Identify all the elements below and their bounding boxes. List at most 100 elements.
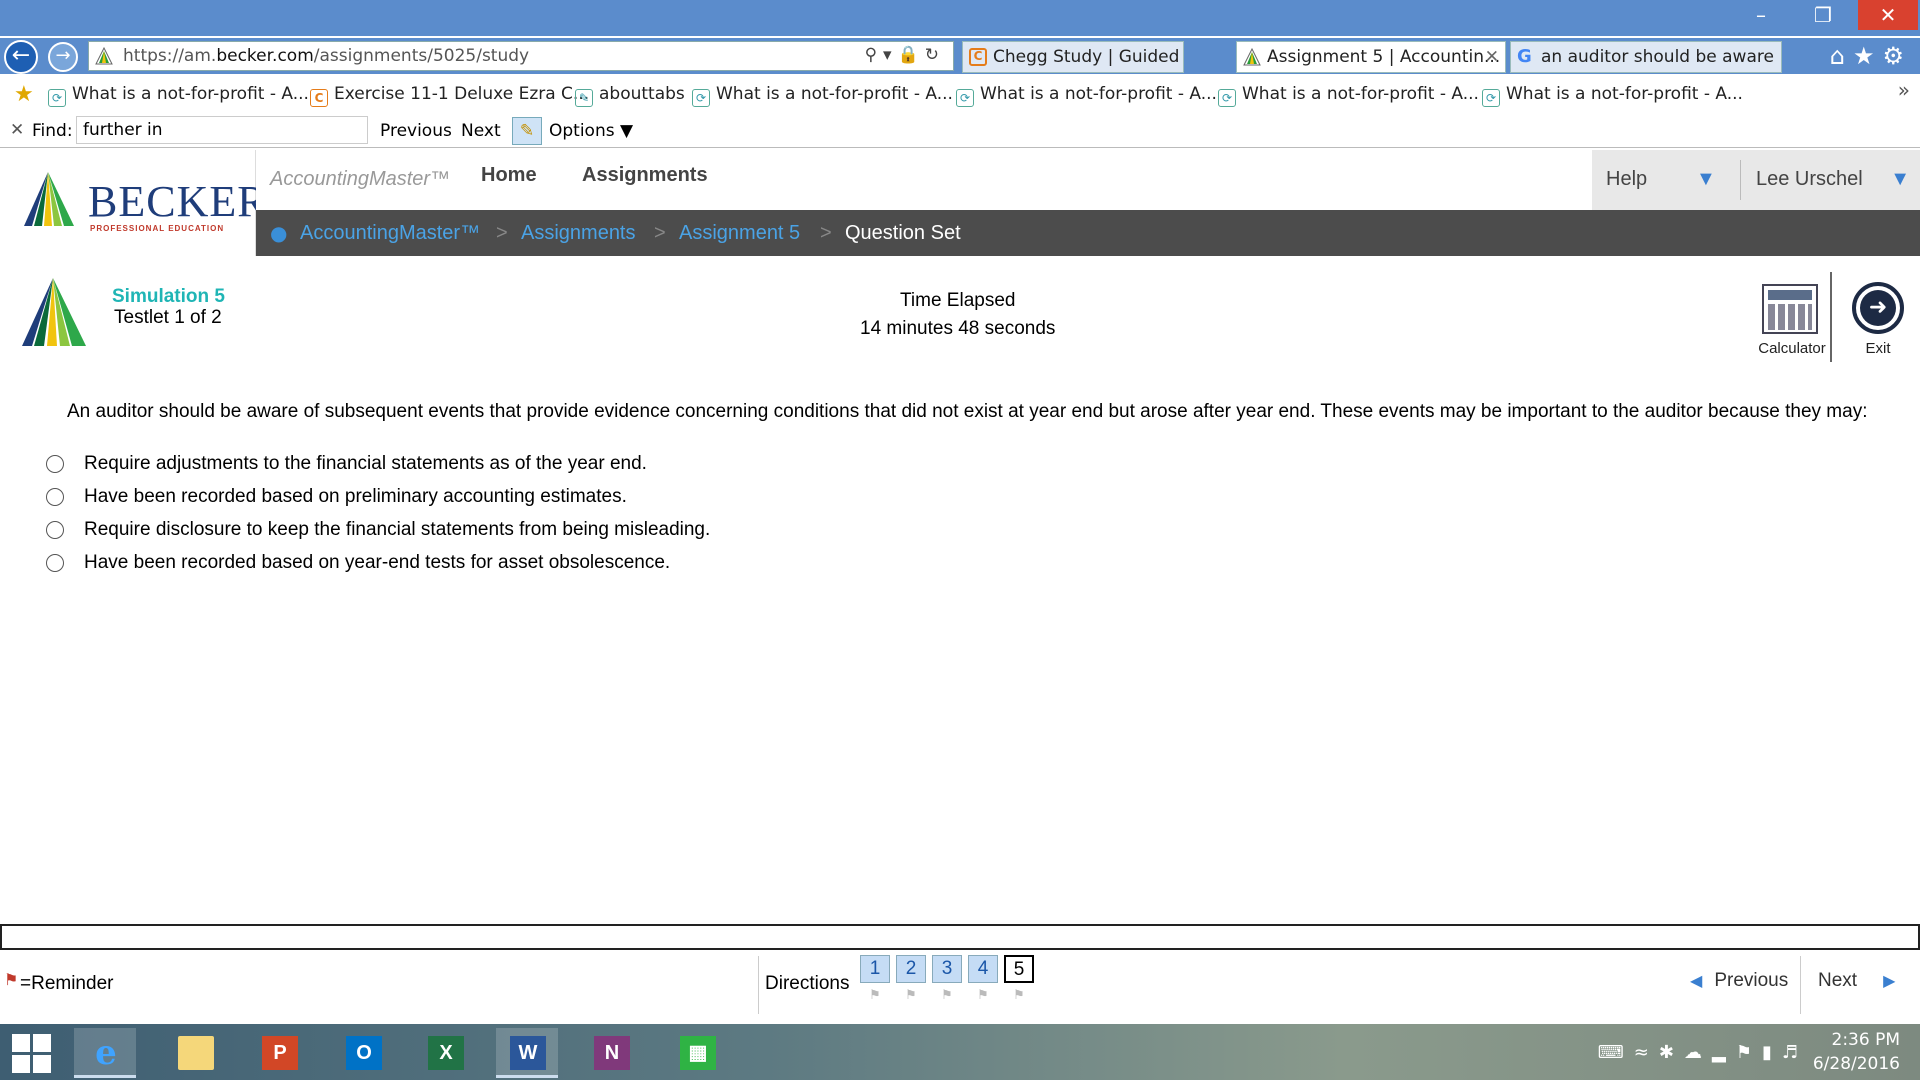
help-menu[interactable]: Help — [1606, 168, 1647, 191]
find-input[interactable] — [76, 116, 368, 144]
answer-option-label[interactable]: Require adjustments to the financial sta… — [84, 453, 647, 475]
refresh-page-icon: ⟳ — [48, 89, 66, 107]
breadcrumb-current: Question Set — [845, 222, 961, 244]
chevron-down-icon[interactable]: ▼ — [1890, 168, 1910, 191]
flag-icon[interactable]: ⚑ — [896, 988, 926, 1003]
answer-option-label[interactable]: Have been recorded based on year-end tes… — [84, 552, 670, 574]
radio-button[interactable] — [46, 521, 64, 539]
breadcrumb-separator: > — [820, 222, 832, 244]
becker-logo[interactable]: BECKER PROFESSIONAL EDUCATION — [0, 150, 267, 256]
answer-option-label[interactable]: Require disclosure to keep the financial… — [84, 519, 710, 541]
find-options-button[interactable]: Options ▼ — [549, 121, 633, 141]
nav-home-link[interactable]: Home — [481, 164, 537, 187]
divider — [1800, 956, 1801, 1014]
question-3-button[interactable]: 3 — [932, 955, 962, 983]
address-actions[interactable]: ⚲▾🔒↻ — [865, 45, 945, 65]
favorite-item[interactable]: ⟳ What is a not-for-profit - A... — [48, 84, 309, 107]
excel-icon[interactable]: X — [414, 1028, 476, 1078]
close-window-icon[interactable]: ✕ — [1858, 0, 1918, 30]
nav-assignments-link[interactable]: Assignments — [582, 164, 708, 187]
lock-icon: 🔒 — [897, 45, 925, 65]
window-titlebar: – ❐ ✕ — [0, 0, 1920, 36]
horizontal-scroll-area[interactable] — [0, 924, 1920, 950]
top-navigation: AccountingMaster™ Home Assignments Help … — [256, 150, 1920, 210]
onenote-icon[interactable]: N — [580, 1028, 642, 1078]
breadcrumb-accountingmaster[interactable]: AccountingMaster™ — [300, 222, 480, 245]
powerpoint-icon[interactable]: P — [248, 1028, 310, 1078]
highlight-icon[interactable]: ✎ — [512, 117, 542, 145]
favorites-star-icon[interactable]: ★ — [14, 82, 34, 107]
tab-assignment[interactable]: Assignment 5 | Accountin... ✕ — [1236, 41, 1506, 73]
question-4-button[interactable]: 4 — [968, 955, 998, 983]
reminder-legend: =Reminder — [20, 973, 114, 994]
favorite-item[interactable]: ⟳ What is a not-for-profit - A... — [692, 84, 953, 107]
favorite-item[interactable]: ⟳ What is a not-for-profit - A... — [956, 84, 1217, 107]
flag-icon[interactable]: ⚑ — [860, 988, 890, 1003]
address-bar[interactable]: https://am.becker.com/assignments/5025/s… — [88, 41, 954, 71]
refresh-page-icon: ⟳ — [1482, 89, 1500, 107]
calculator-icon — [1762, 284, 1818, 334]
find-next-button[interactable]: Next — [461, 121, 501, 141]
chevron-down-icon[interactable]: ▼ — [1696, 168, 1716, 191]
reminder-flag-icon: ⚑ — [4, 970, 19, 989]
exit-label: Exit — [1865, 340, 1891, 357]
back-button[interactable]: ← — [4, 40, 38, 74]
navigation-row: ← → https://am.becker.com/assignments/50… — [0, 38, 1920, 74]
question-2-button[interactable]: 2 — [896, 955, 926, 983]
radio-button[interactable] — [46, 455, 64, 473]
find-previous-button[interactable]: Previous — [380, 121, 452, 141]
flag-icon[interactable]: ⚑ — [932, 988, 962, 1003]
store-icon[interactable]: ▦ — [666, 1028, 728, 1078]
breadcrumb-assignments[interactable]: Assignments — [521, 222, 636, 245]
onedrive-icon: ☁ — [1683, 1042, 1712, 1063]
file-explorer-icon[interactable] — [164, 1028, 226, 1078]
directions-button[interactable]: Directions — [765, 973, 849, 995]
question-1-button[interactable]: 1 — [860, 955, 890, 983]
radio-button[interactable] — [46, 488, 64, 506]
restore-icon[interactable]: ❐ — [1800, 0, 1846, 30]
exit-button[interactable]: ➜ Exit — [1850, 280, 1906, 364]
breadcrumb-separator: > — [496, 222, 508, 244]
favorite-item[interactable]: C Exercise 11-1 Deluxe Ezra C... — [310, 84, 589, 107]
clock-time[interactable]: 2:36 PM — [1832, 1030, 1901, 1050]
google-icon: G — [1517, 46, 1532, 67]
divider — [1830, 272, 1832, 362]
chevron-left-icon: ◀ — [1690, 971, 1703, 990]
word-icon[interactable]: W — [496, 1028, 558, 1078]
close-tab-icon[interactable]: ✕ — [1485, 42, 1499, 72]
clock-date[interactable]: 6/28/2016 — [1813, 1054, 1900, 1074]
breadcrumb-assignment-5[interactable]: Assignment 5 — [679, 222, 800, 245]
refresh-page-icon: ⟳ — [692, 89, 710, 107]
becker-triangle-icon — [22, 278, 86, 346]
radio-button[interactable] — [46, 554, 64, 572]
flag-icon[interactable]: ⚑ — [968, 988, 998, 1003]
help-user-panel: Help ▼ Lee Urschel ▼ — [1592, 150, 1920, 210]
favorite-item[interactable]: ✎ abouttabs — [575, 84, 685, 107]
chevron-right-icon: ▶ — [1883, 971, 1896, 990]
wifi-icon: ≈ — [1633, 1042, 1659, 1063]
question-5-button[interactable]: 5 — [1004, 955, 1034, 983]
tab-chegg[interactable]: C Chegg Study | Guided Soluti... — [962, 41, 1184, 73]
favorites-bar: ★ ⟳ What is a not-for-profit - A... C Exer… — [0, 78, 1920, 112]
flag-icon[interactable]: ⚑ — [1004, 988, 1034, 1003]
home-icon: ⌂ — [1829, 42, 1853, 70]
user-menu[interactable]: Lee Urschel — [1756, 168, 1863, 191]
internet-explorer-icon[interactable]: e — [74, 1028, 136, 1078]
calculator-button[interactable]: Calculator — [1752, 278, 1832, 362]
minimize-icon[interactable]: – — [1738, 0, 1784, 30]
becker-logo-text: BECKER — [88, 177, 268, 226]
testlet-label: Testlet 1 of 2 — [114, 307, 222, 328]
outlook-icon[interactable]: O — [332, 1028, 394, 1078]
previous-button[interactable]: ◀ Previous — [1690, 970, 1788, 992]
next-button[interactable]: Next ▶ — [1818, 970, 1895, 992]
tab-google[interactable]: G an auditor should be aware ... — [1510, 41, 1782, 73]
chevron-right-icon[interactable]: » — [1898, 78, 1910, 102]
forward-button[interactable]: → — [48, 42, 78, 72]
windows-start-icon[interactable] — [12, 1034, 52, 1074]
close-find-icon[interactable]: ✕ — [10, 120, 24, 140]
favorite-item[interactable]: ⟳ What is a not-for-profit - A... — [1218, 84, 1479, 107]
answer-option-label[interactable]: Have been recorded based on preliminary … — [84, 486, 627, 508]
favorite-item[interactable]: ⟳ What is a not-for-profit - A... — [1482, 84, 1743, 107]
system-tray[interactable]: ⌨≈✱☁▂⚑▮♬ — [1598, 1042, 1808, 1063]
browser-tools[interactable]: ⌂★⚙ — [1830, 42, 1912, 70]
